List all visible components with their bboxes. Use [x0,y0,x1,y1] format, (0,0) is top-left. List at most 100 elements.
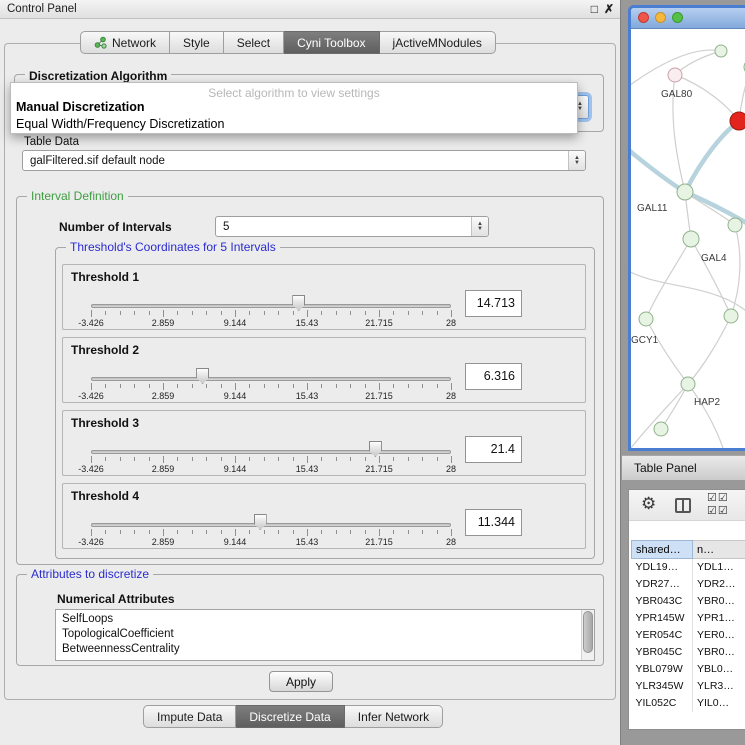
table-row[interactable]: YLR345WYLR3… [632,678,745,695]
zoom-traffic-light-icon[interactable] [672,12,683,23]
tab-cyni-toolbox[interactable]: Cyni Toolbox [284,31,379,54]
column-header[interactable]: n… [693,541,745,559]
network-edge[interactable] [661,384,688,429]
network-node[interactable] [724,309,738,323]
tick-mark [336,530,337,534]
tick-mark [293,457,294,461]
bottom-tab-discretize-data[interactable]: Discretize Data [236,705,344,728]
attributes-group-title: Attributes to discretize [27,567,153,581]
network-edge[interactable] [691,239,731,316]
algorithm-option-manual[interactable]: Manual Discretization [16,100,145,114]
tick-mark [422,530,423,534]
tick-mark [350,530,351,534]
tab-network[interactable]: Network [80,31,170,54]
network-node-hap2[interactable] [681,377,695,391]
algorithm-option-equal-width[interactable]: Equal Width/Frequency Discretization [16,117,224,131]
threshold-value-field[interactable]: 21.4 [465,436,522,463]
number-of-intervals-combobox[interactable]: 5 ▲▼ [215,216,489,237]
tick-mark [336,311,337,315]
table-row[interactable]: YPR145WYPR1… [632,610,745,627]
scale-label: 15.43 [296,391,319,401]
attribute-list-item[interactable]: TopologicalCoefficient [62,627,594,642]
threshold-value-field[interactable]: 6.316 [465,363,522,390]
columns-icon[interactable] [675,498,691,513]
scale-label: 21.715 [365,537,393,547]
network-node[interactable] [730,112,745,130]
network-node-gal80[interactable] [668,68,682,82]
slider-thumb[interactable] [254,514,267,530]
select-checkboxes-icon[interactable]: ☑☑ ☑☑ [707,492,729,518]
combo-stepper-icon[interactable]: ▲▼ [471,217,488,236]
scrollbar-thumb[interactable] [583,611,593,653]
network-edge[interactable] [646,239,691,319]
network-node[interactable] [728,218,742,232]
tick-mark [120,384,121,388]
network-edge[interactable] [688,384,723,448]
threshold-value-field[interactable]: 14.713 [465,290,522,317]
slider-thumb[interactable] [292,295,305,311]
minimize-traffic-light-icon[interactable] [655,12,666,23]
table-cell: YBR045C [632,644,693,661]
tick-mark [393,457,394,461]
network-node-gcy1[interactable] [639,312,653,326]
network-node[interactable] [715,45,727,57]
table-row[interactable]: YBR045CYBR0… [632,644,745,661]
tick-mark [163,310,164,317]
table-cell: YBL079W [632,661,693,678]
tick-mark [336,384,337,388]
attributes-listbox[interactable]: SelfLoopsTopologicalCoefficientBetweenne… [55,609,595,661]
close-icon[interactable]: ✗ [604,2,614,16]
desktop: Control Panel □ ✗ NetworkStyleSelectCyni… [0,0,745,745]
table-row[interactable]: YIL052CYIL0… [632,695,745,712]
close-traffic-light-icon[interactable] [638,12,649,23]
tick-mark [264,384,265,388]
network-edge[interactable] [675,51,721,75]
tab-style[interactable]: Style [170,31,224,54]
network-node[interactable] [654,422,668,436]
scale-label: 21.715 [365,318,393,328]
table-row[interactable]: YBR043CYBR0… [632,593,745,610]
tab-select[interactable]: Select [224,31,284,54]
table-row[interactable]: YER054CYER0… [632,627,745,644]
scale-label: 28 [446,537,456,547]
restore-icon[interactable]: □ [591,2,598,16]
tick-mark [120,311,121,315]
network-edge[interactable] [631,384,688,448]
network-edge[interactable] [688,316,731,384]
tab-label: jActiveMNodules [393,36,482,50]
tick-mark [120,530,121,534]
tick-mark [221,530,222,534]
column-header[interactable]: shared… [632,541,693,559]
network-canvas[interactable]: GAL80GAL11GAL4GCY1HAP2 [631,29,745,448]
table-row[interactable]: YDL19…YDL1… [632,559,745,576]
network-edge[interactable] [646,319,688,384]
apply-button[interactable]: Apply [269,671,333,692]
network-edge[interactable] [685,192,735,225]
table-data-combobox[interactable]: galFiltered.sif default node ▲▼ [22,150,586,171]
bottom-tab-impute-data[interactable]: Impute Data [143,705,236,728]
network-node-gal11[interactable] [677,184,693,200]
gear-icon[interactable]: ⚙ [641,494,656,514]
tick-mark [221,384,222,388]
listbox-scrollbar[interactable] [581,610,594,660]
scale-label: 2.859 [152,391,175,401]
tick-mark [437,384,438,388]
table-row[interactable]: YDR27…YDR2… [632,576,745,593]
node-table: shared…n… YDL19…YDL1…YDR27…YDR2…YBR043CY… [631,540,745,712]
scale-label: 9.144 [224,537,247,547]
network-node-gal4[interactable] [683,231,699,247]
slider-thumb[interactable] [369,441,382,457]
tick-mark [192,457,193,461]
network-edge[interactable] [685,121,739,192]
bottom-tab-infer-network[interactable]: Infer Network [345,705,443,728]
combo-stepper-icon[interactable]: ▲▼ [568,151,585,170]
scale-label: -3.426 [78,318,104,328]
tab-jactivemnodules[interactable]: jActiveMNodules [380,31,496,54]
slider-thumb[interactable] [196,368,209,384]
threshold-value-field[interactable]: 11.344 [465,509,522,536]
tick-mark [350,311,351,315]
table-row[interactable]: YBL079WYBL0… [632,661,745,678]
attribute-list-item[interactable]: SelfLoops [62,612,594,627]
attribute-list-item[interactable]: BetweennessCentrality [62,642,594,657]
tick-mark [451,383,452,390]
